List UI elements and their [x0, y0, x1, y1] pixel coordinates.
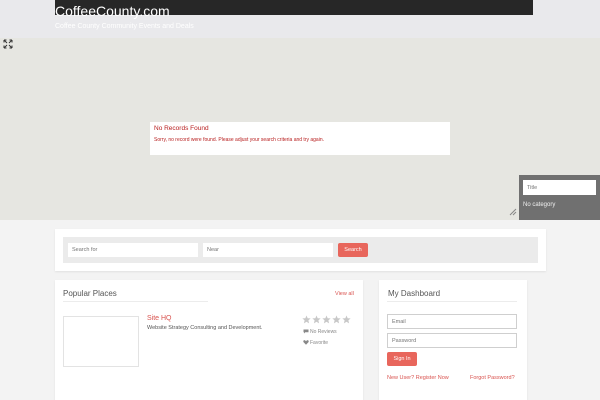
map-filter-panel: No category	[519, 175, 600, 220]
search-card: Search	[55, 229, 546, 271]
search-form: Search	[63, 237, 538, 263]
view-all-link[interactable]: View all	[335, 291, 354, 297]
notice-title: No Records Found	[154, 125, 209, 132]
star-icon[interactable]	[342, 315, 351, 324]
dashboard-title: My Dashboard	[388, 289, 441, 298]
site-tagline: Coffee County Community Events and Deals	[55, 23, 194, 30]
comment-icon	[303, 329, 309, 334]
search-for-input[interactable]	[68, 243, 198, 257]
popular-places-card: Popular Places View all Site HQ Website …	[55, 280, 363, 400]
place-name-link[interactable]: Site HQ	[147, 315, 172, 322]
place-thumbnail[interactable]	[63, 316, 139, 367]
star-icon[interactable]	[302, 315, 311, 324]
title-filter-input[interactable]	[523, 180, 596, 195]
star-icon[interactable]	[332, 315, 341, 324]
reviews-link[interactable]: No Reviews	[303, 329, 337, 335]
place-description: Website Strategy Consulting and Developm…	[147, 325, 263, 331]
star-icon[interactable]	[322, 315, 331, 324]
star-icon[interactable]	[312, 315, 321, 324]
expand-icon[interactable]	[3, 39, 13, 49]
email-field[interactable]	[387, 314, 517, 329]
sign-in-button[interactable]: Sign In	[387, 352, 417, 366]
favorite-link[interactable]: Favorite	[303, 340, 328, 346]
search-button[interactable]: Search	[338, 243, 368, 257]
near-input[interactable]	[203, 243, 333, 257]
map-area[interactable]: No Records Found Sorry, no record were f…	[0, 38, 600, 220]
popular-places-title: Popular Places	[63, 289, 117, 298]
site-header: CoffeeCounty.com Coffee County Community…	[0, 0, 600, 38]
reviews-label: No Reviews	[310, 329, 337, 335]
notice-text: Sorry, no record were found. Please adju…	[154, 137, 324, 143]
title-divider	[387, 301, 517, 302]
category-filter[interactable]: No category	[523, 202, 555, 208]
password-field[interactable]	[387, 333, 517, 348]
no-records-notice: No Records Found Sorry, no record were f…	[150, 122, 450, 155]
title-divider	[63, 301, 208, 302]
favorite-label: Favorite	[310, 340, 329, 346]
site-title-link[interactable]: CoffeeCounty.com	[55, 3, 170, 19]
rating-stars[interactable]	[302, 315, 351, 326]
register-link[interactable]: New User? Register Now	[387, 375, 449, 381]
resize-handle-icon[interactable]	[509, 208, 517, 216]
dashboard-card: My Dashboard Sign In New User? Register …	[379, 280, 527, 400]
forgot-password-link[interactable]: Forgot Password?	[470, 375, 515, 381]
heart-icon	[303, 340, 309, 345]
